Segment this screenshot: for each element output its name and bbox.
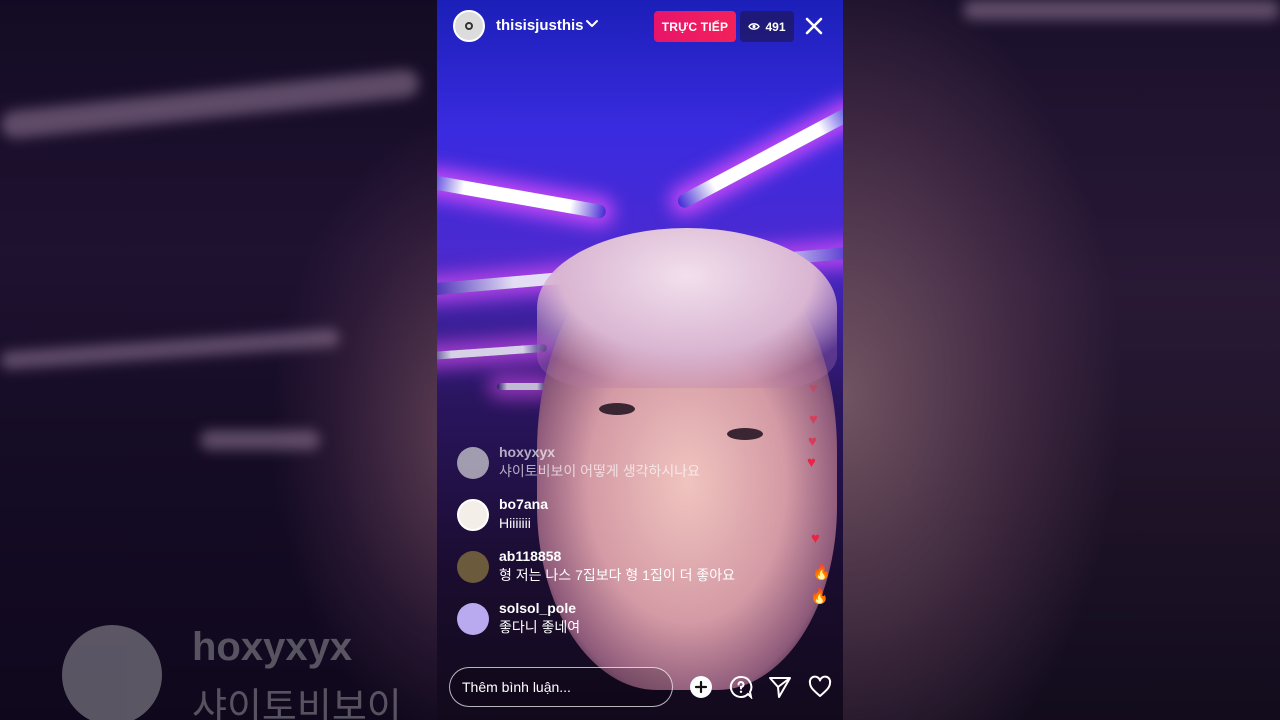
blurred-comment-echo: hoxyxyx 샤이토비보이	[62, 625, 402, 720]
live-header: thisisjusthis TRỰC TIẾP 491	[437, 0, 843, 52]
list-item: bo7ana Hiiiiiii	[457, 495, 548, 533]
live-video[interactable]: thisisjusthis TRỰC TIẾP 491 hoxyxyx 샤이토비…	[437, 0, 843, 720]
streamer-hair	[537, 228, 837, 388]
neon-light	[437, 174, 607, 220]
dim-overlay	[0, 0, 437, 720]
live-badge: TRỰC TIẾP	[654, 11, 736, 42]
heart-reaction-icon: ♥	[808, 433, 817, 450]
avatar[interactable]	[457, 603, 489, 635]
comment-input[interactable]: Thêm bình luận...	[449, 667, 673, 707]
profile-avatar[interactable]	[453, 10, 485, 42]
heart-reaction-icon: ♥	[809, 411, 818, 428]
eye-icon	[748, 23, 761, 30]
comment-message: Hiiiiiii	[499, 515, 531, 531]
chevron-down-icon[interactable]	[585, 16, 599, 30]
fire-reaction-icon: 🔥	[810, 588, 829, 605]
viewer-count-badge[interactable]: 491	[740, 11, 794, 42]
avatar[interactable]	[457, 551, 489, 583]
blurred-background-right: ♥ ♥ ♥ ♥	[843, 0, 1280, 720]
echo-username: hoxyxyx	[192, 625, 353, 669]
heart-outline-icon[interactable]	[807, 674, 833, 700]
fire-reaction-icon: 🔥	[812, 564, 831, 581]
broadcaster-username[interactable]: thisisjusthis	[496, 17, 584, 34]
heart-reaction-icon: ♥	[807, 454, 816, 471]
comment-message: 좋다니 좋네여	[499, 619, 581, 635]
avatar	[62, 625, 162, 720]
send-icon[interactable]	[767, 674, 793, 700]
avatar-mark-icon	[465, 22, 473, 30]
avatar[interactable]	[457, 499, 489, 531]
list-item: ab118858 형 저는 나스 7집보다 형 1집이 더 좋아요	[457, 547, 735, 585]
heart-reaction-icon: ♥	[809, 380, 818, 397]
echo-message: 샤이토비보이	[192, 687, 402, 720]
close-icon[interactable]	[803, 15, 825, 37]
comment-username[interactable]: bo7ana	[499, 495, 548, 513]
comment-username[interactable]: ab118858	[499, 547, 735, 565]
viewer-count: 491	[765, 19, 786, 34]
comment-username[interactable]: hoxyxyx	[499, 443, 700, 461]
neon-light	[675, 103, 843, 211]
question-bubble-icon[interactable]	[728, 674, 754, 700]
streamer-eye	[599, 403, 635, 415]
avatar[interactable]	[457, 447, 489, 479]
comment-message: 형 저는 나스 7집보다 형 1집이 더 좋아요	[499, 567, 735, 583]
streamer-eye	[727, 428, 763, 440]
neon-light	[437, 343, 548, 361]
comment-message: 샤이토비보이 어떻게 생각하시나요	[499, 463, 700, 479]
dim-overlay	[843, 0, 1280, 720]
list-item: hoxyxyx 샤이토비보이 어떻게 생각하시나요	[457, 443, 700, 481]
add-circle-icon[interactable]	[688, 674, 714, 700]
list-item: solsol_pole 좋다니 좋네여	[457, 599, 580, 637]
comment-username[interactable]: solsol_pole	[499, 599, 580, 617]
heart-reaction-icon: ♥	[811, 530, 820, 547]
blurred-background-left: hoxyxyx 샤이토비보이	[0, 0, 437, 720]
neon-light	[497, 383, 547, 390]
